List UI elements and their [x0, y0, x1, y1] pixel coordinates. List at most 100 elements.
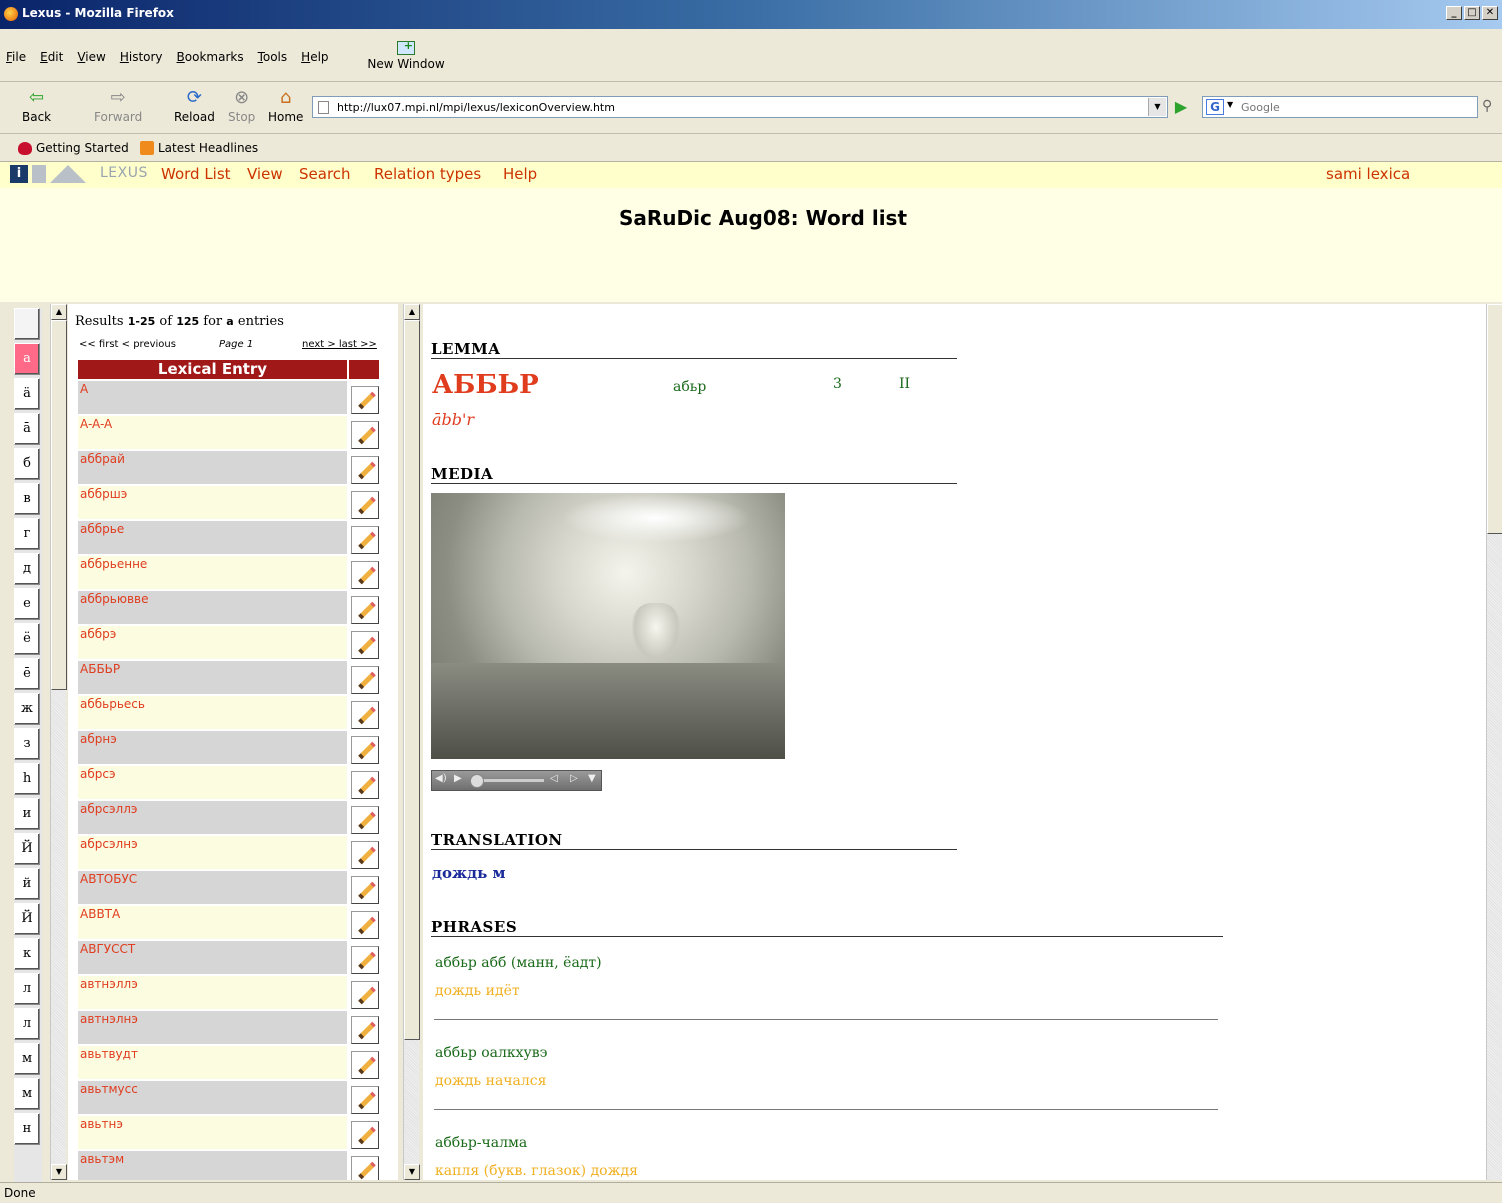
edit-pencil-icon[interactable]	[351, 526, 379, 554]
edit-pencil-icon[interactable]	[351, 421, 379, 449]
new-window-button[interactable]: New Window	[366, 39, 446, 71]
edit-pencil-icon[interactable]	[351, 1016, 379, 1044]
letter-button[interactable]: ä	[14, 378, 40, 410]
scroll-thumb[interactable]	[1487, 304, 1502, 534]
entry-link[interactable]: автнэллэ	[78, 976, 347, 1009]
edit-pencil-icon[interactable]	[351, 386, 379, 414]
letter-button[interactable]: н	[14, 1113, 40, 1145]
entry-link[interactable]: аббрьенне	[78, 556, 347, 589]
bookmark-getting-started[interactable]: Getting Started	[18, 141, 129, 155]
rewind-icon[interactable]: ◁	[550, 773, 558, 784]
entry-link[interactable]: АББЬР	[78, 661, 347, 694]
scroll-thumb[interactable]	[404, 320, 420, 1040]
entry-link[interactable]: авьтвудт	[78, 1046, 347, 1079]
letter-button[interactable]	[14, 308, 40, 340]
stop-button[interactable]: ⊗ Stop	[228, 88, 255, 125]
letter-button[interactable]: ж	[14, 693, 40, 725]
search-input[interactable]	[1241, 99, 1471, 115]
letter-button[interactable]: h	[14, 763, 40, 795]
edit-pencil-icon[interactable]	[351, 911, 379, 939]
page-scrollbar[interactable]	[1486, 304, 1502, 1180]
nav-help[interactable]: Help	[503, 165, 537, 183]
edit-pencil-icon[interactable]	[351, 701, 379, 729]
letter-button[interactable]: Й	[14, 903, 40, 935]
bookmark-latest-headlines[interactable]: Latest Headlines	[140, 141, 258, 155]
edit-pencil-icon[interactable]	[351, 561, 379, 589]
entry-link[interactable]: аббрьювве	[78, 591, 347, 624]
edit-pencil-icon[interactable]	[351, 876, 379, 904]
scroll-up-icon[interactable]: ▲	[51, 304, 67, 320]
nav-word-list[interactable]: Word List	[161, 165, 231, 183]
search-engine-dropdown-icon[interactable]: ▼	[1227, 100, 1233, 109]
menu-edit[interactable]: Edit	[40, 50, 63, 64]
go-arrow-icon[interactable]: ▶	[1170, 96, 1192, 118]
entry-link[interactable]: аббрэ	[78, 626, 347, 659]
letter-button[interactable]: Й	[14, 833, 40, 865]
entry-link[interactable]: аббршэ	[78, 486, 347, 519]
edit-pencil-icon[interactable]	[351, 806, 379, 834]
menu-view[interactable]: View	[77, 50, 105, 64]
nav-view[interactable]: View	[247, 165, 283, 183]
entry-link[interactable]: абрсэ	[78, 766, 347, 799]
entry-link[interactable]: абрнэ	[78, 731, 347, 764]
entry-link[interactable]: A	[78, 381, 347, 414]
nav-search[interactable]: Search	[299, 165, 351, 183]
letter-button[interactable]: м	[14, 1078, 40, 1110]
letter-button[interactable]: г	[14, 518, 40, 550]
edit-pencil-icon[interactable]	[351, 666, 379, 694]
main-left-scrollbar[interactable]: ▲ ▼	[403, 304, 420, 1180]
letter-button[interactable]: ā	[14, 413, 40, 445]
edit-pencil-icon[interactable]	[351, 1051, 379, 1079]
edit-pencil-icon[interactable]	[351, 456, 379, 484]
google-icon[interactable]: G	[1206, 99, 1224, 115]
volume-icon[interactable]: ◀)	[435, 773, 447, 784]
entry-link[interactable]: аббрье	[78, 521, 347, 554]
fast-forward-icon[interactable]: ▷	[570, 773, 578, 784]
forward-button[interactable]: ⇨ Forward	[94, 88, 142, 125]
menu-bookmarks[interactable]: Bookmarks	[177, 50, 244, 64]
scroll-up-icon[interactable]: ▲	[404, 304, 420, 320]
menu-file[interactable]: File	[6, 50, 26, 64]
entry-link[interactable]: аббрай	[78, 451, 347, 484]
seek-bar[interactable]	[474, 779, 544, 782]
letter-button[interactable]: и	[14, 798, 40, 830]
letter-button[interactable]: б	[14, 448, 40, 480]
wordlist-scrollbar[interactable]: ▲ ▼	[50, 304, 67, 1180]
search-icon[interactable]: ⚲	[1482, 98, 1492, 114]
info-icon[interactable]: i	[10, 165, 28, 183]
edit-pencil-icon[interactable]	[351, 946, 379, 974]
entry-link[interactable]: авьтмусс	[78, 1081, 347, 1114]
letter-button[interactable]: л	[14, 1008, 40, 1040]
edit-pencil-icon[interactable]	[351, 631, 379, 659]
entry-link[interactable]: АВТОБУС	[78, 871, 347, 904]
entry-link[interactable]: АВВТА	[78, 906, 347, 939]
scroll-thumb[interactable]	[51, 320, 67, 690]
letter-button[interactable]: д	[14, 553, 40, 585]
letter-button[interactable]: a	[14, 343, 40, 375]
pager-next-last[interactable]: next > last >>	[302, 339, 377, 350]
letter-button[interactable]: к	[14, 938, 40, 970]
menu-tools[interactable]: Tools	[258, 50, 288, 64]
url-bar[interactable]: ▼	[312, 96, 1168, 118]
maximize-button[interactable]: □	[1464, 6, 1480, 20]
edit-pencil-icon[interactable]	[351, 1121, 379, 1149]
edit-pencil-icon[interactable]	[351, 1156, 379, 1180]
menu-help[interactable]: Help	[301, 50, 328, 64]
close-button[interactable]: ✕	[1482, 6, 1498, 20]
entry-link[interactable]: АВГУССТ	[78, 941, 347, 974]
edit-pencil-icon[interactable]	[351, 771, 379, 799]
entry-link[interactable]: A-A-A	[78, 416, 347, 449]
entry-link[interactable]: автнэлнэ	[78, 1011, 347, 1044]
edit-pencil-icon[interactable]	[351, 981, 379, 1009]
nav-relation-types[interactable]: Relation types	[374, 165, 481, 183]
letter-button[interactable]: м	[14, 1043, 40, 1075]
url-input[interactable]	[337, 99, 1137, 115]
entry-link[interactable]: абрсэллэ	[78, 801, 347, 834]
entry-link[interactable]: авьтнэ	[78, 1116, 347, 1149]
letter-button[interactable]: ё	[14, 623, 40, 655]
entry-link[interactable]: аббьрьесь	[78, 696, 347, 729]
edit-pencil-icon[interactable]	[351, 736, 379, 764]
letter-button[interactable]: ē	[14, 658, 40, 690]
player-menu-icon[interactable]: ▼	[588, 773, 596, 784]
play-icon[interactable]: ▶	[454, 773, 462, 784]
